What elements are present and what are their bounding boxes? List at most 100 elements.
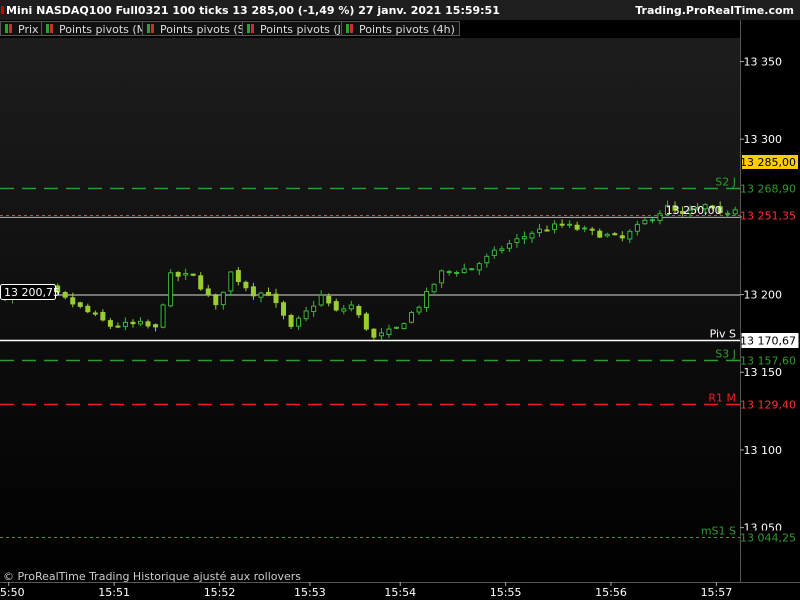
legend-item-pivots-m[interactable]: Points pivots (M) <box>41 21 156 36</box>
candle-body <box>220 291 226 306</box>
candle-body <box>228 271 234 292</box>
pivot-level-name: mS1 S <box>701 525 736 538</box>
legend-label: Points pivots (4h) <box>359 23 455 36</box>
candle-body <box>175 272 181 277</box>
candle-body <box>439 270 445 284</box>
candle-body <box>559 223 565 226</box>
candle-body <box>612 233 618 236</box>
annotation-tag-text: 13 250,00 <box>666 204 722 217</box>
legend-swatch-icon <box>5 24 8 33</box>
x-tick-label: 15:57 <box>701 586 733 599</box>
pivot-price-tag: 13 268,90 <box>740 181 798 196</box>
candle-body <box>589 228 595 231</box>
candle-body <box>107 320 113 327</box>
legend-swatch-icon <box>147 24 150 33</box>
legend-swatch-icon <box>46 24 49 33</box>
candle-body <box>168 272 174 307</box>
candle-body <box>567 223 573 226</box>
candle-body <box>92 312 98 315</box>
candle-body <box>424 290 430 309</box>
instrument-title: Mini NASDAQ100 Full0321 100 ticks 13 285… <box>6 4 500 17</box>
price-chart[interactable]: S2 J Piv S S3 J R1 M mS1 S 13 350 13 300 13 25… <box>0 0 800 600</box>
candle-body <box>250 286 256 297</box>
candle-body <box>386 328 392 335</box>
indicator-legend: Prix Points pivots (M) Points pivots (S)… <box>0 20 740 38</box>
legend-item-pivots-s[interactable]: Points pivots (S) <box>142 21 254 36</box>
candle-body <box>454 272 460 275</box>
candle-body <box>160 304 166 328</box>
candle-body <box>341 308 347 312</box>
candle-body <box>288 315 294 327</box>
legend-swatch-icon <box>247 24 250 33</box>
x-tick-label: 15:50 <box>0 586 25 599</box>
candle-body <box>183 273 189 276</box>
legend-label: Points pivots (J) <box>260 23 346 36</box>
candle-body <box>544 229 550 232</box>
legend-item-pivots-4h[interactable]: Points pivots (4h) <box>341 21 460 36</box>
pivot-level-name: S2 J <box>715 176 736 189</box>
candle-body <box>115 325 121 328</box>
candle-body <box>461 268 467 274</box>
legend-swatch-icon <box>151 24 154 33</box>
candle-body <box>318 294 324 306</box>
candle-body <box>122 321 128 327</box>
candle-body <box>62 292 68 298</box>
candle-body <box>205 288 211 296</box>
legend-label: Points pivots (M) <box>59 23 151 36</box>
current-price-tag: 13 285,00 <box>740 155 798 169</box>
candle-body <box>657 213 663 222</box>
candle-body <box>363 313 369 330</box>
pivot-level-name: R1 M <box>708 392 736 405</box>
candle-body <box>604 233 610 237</box>
candle-body <box>521 236 527 240</box>
candle-body <box>732 209 738 215</box>
pivot-level-name: Piv S <box>710 328 736 341</box>
candle-body <box>145 321 151 327</box>
candle-body <box>409 312 415 323</box>
y-tick-label: 13 100 <box>744 444 783 457</box>
candle-body <box>296 317 302 327</box>
candle-body <box>235 270 241 282</box>
legend-label: Points pivots (S) <box>160 23 249 36</box>
candle-body <box>138 320 144 325</box>
candle-body <box>326 295 332 304</box>
annotation-tag: 13 200,75 <box>0 284 60 300</box>
candle-body <box>258 292 264 298</box>
candle-body <box>273 293 279 304</box>
legend-item-pivots-j[interactable]: Points pivots (J) <box>242 21 351 36</box>
candle-body <box>303 310 309 320</box>
legend-swatch-icon <box>9 24 12 33</box>
candle-body <box>77 302 83 307</box>
candle-body <box>529 232 535 239</box>
candle-body <box>70 297 76 305</box>
candle-body <box>153 324 159 328</box>
pivot-price-tag-text: 13 268,90 <box>740 183 796 196</box>
pivot-price-tag: 13 129,40 <box>740 397 798 412</box>
candle-body <box>597 230 603 238</box>
candle-body <box>484 255 490 264</box>
candle-body <box>85 305 91 313</box>
price-axis[interactable]: 13 35013 30013 25013 20013 15013 10013 0… <box>740 56 782 535</box>
legend-item-prix[interactable]: Prix <box>0 21 44 36</box>
legend-swatch-icon <box>50 24 53 33</box>
candle-body <box>371 328 377 338</box>
candle-body <box>574 224 580 230</box>
time-axis[interactable]: 15:50 15:51 15:52 15:53 15:54 15:55 15:56 15:57 <box>0 582 732 599</box>
y-tick-label: 13 200 <box>744 289 783 302</box>
candle-body <box>469 268 475 271</box>
candle-body <box>634 223 640 232</box>
site-name[interactable]: Trading.ProRealTime.com <box>635 4 794 17</box>
x-tick-label: 15:53 <box>294 586 326 599</box>
candle-body <box>265 291 271 296</box>
legend-label: Prix <box>18 23 39 36</box>
x-tick-label: 15:55 <box>490 586 522 599</box>
candle-body <box>627 230 633 240</box>
pivot-price-tag: 13 170,67 <box>740 333 799 348</box>
candle-body <box>552 223 558 230</box>
candle-body <box>213 295 219 306</box>
candle-body <box>378 332 384 337</box>
pivot-price-tag-text: 13 170,67 <box>740 335 796 348</box>
candle-body <box>281 302 287 316</box>
candle-body <box>725 212 731 215</box>
legend-swatch-icon <box>346 24 349 33</box>
